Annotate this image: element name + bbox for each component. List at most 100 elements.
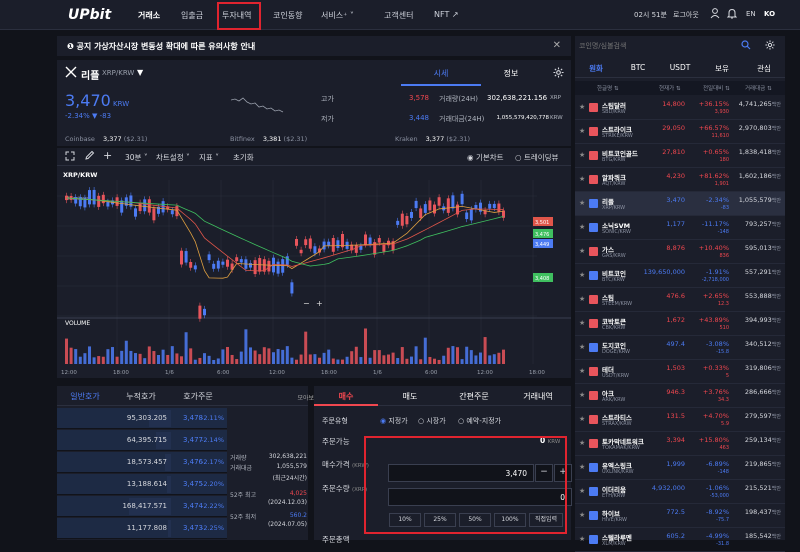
upbit-logo[interactable]: UPbit <box>68 7 111 23</box>
market-row[interactable]: ★ 도지코인 DOGE/KRW 497.4 -3.08% -15.8 340,512백만 <box>575 336 785 360</box>
header-change[interactable]: 전일대비 ⇅ <box>703 84 730 92</box>
tab-favorites[interactable]: 관심 <box>743 63 785 74</box>
tab-normal-orderbook[interactable]: 일반호가 <box>57 391 113 402</box>
header-amount[interactable]: 거래대금 ⇅ <box>745 84 772 92</box>
tab-trade-history[interactable]: 거래내역 <box>506 391 570 402</box>
radio-tradingview[interactable]: ○ 트레이딩뷰 <box>515 152 558 163</box>
star-icon[interactable]: ★ <box>579 295 585 303</box>
star-icon[interactable]: ★ <box>579 535 585 543</box>
coin-change-amount: -15.8 <box>716 349 729 355</box>
star-icon[interactable]: ★ <box>579 199 585 207</box>
tab-info[interactable]: 정보 <box>471 64 551 86</box>
gear-icon[interactable] <box>553 67 564 80</box>
crosshair-icon[interactable]: + <box>103 149 112 162</box>
orderbook-row[interactable]: 11,177.808 3,473 -2.25% <box>57 518 227 539</box>
notice-banner[interactable]: ❶ 공지 가상자산시장 변동성 확대에 따른 유의사항 안내 ✕ <box>57 36 571 56</box>
reset-button[interactable]: 초기화 <box>233 152 254 163</box>
indicator-menu[interactable]: 지표 ˅ <box>199 152 219 163</box>
star-icon[interactable]: ★ <box>579 127 585 135</box>
coin-ticker: SONIC/KRW <box>602 229 631 235</box>
star-icon[interactable]: ★ <box>579 319 585 327</box>
star-icon[interactable]: ★ <box>579 343 585 351</box>
tab-usdt[interactable]: USDT <box>659 63 701 72</box>
market-row[interactable]: ★ 유엑스링크 UXLINK/KRW 1,999 -6.89% -148 219,865백만 <box>575 456 785 480</box>
notice-text[interactable]: ❶ 공지 가상자산시장 변동성 확대에 따른 유의사항 안내 <box>67 41 255 52</box>
chevron-down-icon[interactable]: ▼ <box>137 68 143 77</box>
orderbook-row[interactable]: 168,417.571 3,474 -2.22% <box>57 496 227 517</box>
radio-market[interactable]: ○ 시장가 <box>418 416 446 426</box>
star-icon[interactable]: ★ <box>579 151 585 159</box>
lang-en[interactable]: EN <box>746 10 756 18</box>
lang-ko[interactable]: KO <box>764 10 775 18</box>
star-icon[interactable]: ★ <box>579 271 585 279</box>
market-row[interactable]: ★ 비트코인 BTC/KRW 139,650,000 -1.91% -2,718,000 5… <box>575 264 785 288</box>
star-icon[interactable]: ★ <box>579 223 585 231</box>
close-icon[interactable]: ✕ <box>553 40 561 51</box>
market-row[interactable]: ★ 스트라티스 STRAX/KRW 131.5 +4.70% 5.9 279,597백만 <box>575 408 785 432</box>
bell-icon[interactable] <box>726 8 738 21</box>
orderbook-row[interactable]: 95,303.205 3,478 -2.11% <box>57 408 227 429</box>
radio-basic-chart[interactable]: ◉ 기본차트 <box>467 152 504 163</box>
tab-krw[interactable]: 원화 <box>575 63 617 74</box>
tab-orderbook-order[interactable]: 호가주문 <box>169 391 227 402</box>
tab-sell[interactable]: 매도 <box>378 391 442 402</box>
star-icon[interactable]: ★ <box>579 103 585 111</box>
chart-settings[interactable]: 차트설정 ˅ <box>156 152 190 163</box>
market-row[interactable]: ★ 코박토큰 CBK/KRW 1,672 +43.89% 510 394,993백만 <box>575 312 785 336</box>
orderbook-row[interactable]: 13,188.614 3,475 -2.20% <box>57 474 227 495</box>
star-icon[interactable]: ★ <box>579 415 585 423</box>
market-row[interactable]: ★ 하이브 HIVE/KRW 772.5 -8.92% -75.7 198,437백만 <box>575 504 785 528</box>
nav-nft[interactable]: NFT ↗ <box>434 10 459 19</box>
tab-cumulative-orderbook[interactable]: 누적호가 <box>113 391 169 402</box>
candlestick-chart[interactable]: XRP/KRW Overlays VOLUME 3,5013,4763,4493… <box>57 166 571 378</box>
orderbook-row[interactable]: 64,395.715 3,477 -2.14% <box>57 430 227 451</box>
market-row[interactable]: ★ 아크 ARK/KRW 946.3 +3.76% 34.3 286,666백만 <box>575 384 785 408</box>
star-icon[interactable]: ★ <box>579 175 585 183</box>
market-row[interactable]: ★ 토카막네트워크 TOKAMAK/KRW 3,394 +15.80% 463 259,13… <box>575 432 785 456</box>
tab-btc[interactable]: BTC <box>617 63 659 72</box>
nav-coin-trends[interactable]: 코인동향 <box>273 10 302 21</box>
tab-simple-order[interactable]: 간편주문 <box>442 391 506 402</box>
nav-customer-center[interactable]: 고객센터 <box>384 10 413 21</box>
market-row[interactable]: ★ 가스 GAS/KRW 8,876 +10.40% 836 595,013백만 <box>575 240 785 264</box>
star-icon[interactable]: ★ <box>579 247 585 255</box>
tab-holdings[interactable]: 보유 <box>701 63 743 74</box>
search-input[interactable] <box>579 39 739 53</box>
market-row[interactable]: ★ 스팀달러 SBD/KRW 14,800 +36.15% 3,930 4,741,265백… <box>575 96 785 120</box>
pencil-icon[interactable] <box>84 150 95 163</box>
star-icon[interactable]: ★ <box>579 391 585 399</box>
nav-services[interactable]: 서비스⁺ ˅ <box>321 10 354 21</box>
market-row[interactable]: ★ 알파쿼크 AQT/KRW 4,230 +81.62% 1,901 1,602,186백만 <box>575 168 785 192</box>
orderbook-row[interactable]: 18,573.457 3,476 -2.17% <box>57 452 227 473</box>
nav-deposit-withdraw[interactable]: 입출금 <box>181 10 203 21</box>
market-row[interactable]: ★ 이더리움 ETH/KRW 4,932,000 -1.06% -53,000 215,52… <box>575 480 785 504</box>
search-icon[interactable] <box>741 40 751 52</box>
star-icon[interactable]: ★ <box>579 487 585 495</box>
header-price[interactable]: 현재가 ⇅ <box>659 84 681 92</box>
interval-select[interactable]: 30분 ˅ <box>125 152 148 163</box>
header-name[interactable]: 한글명 ⇅ <box>597 84 619 92</box>
radio-reserve-limit[interactable]: ○ 예약-지정가 <box>458 416 501 426</box>
market-row[interactable]: ★ 스팀 STEEM/KRW 476.6 +2.65% 12.3 553,888백만 <box>575 288 785 312</box>
market-row[interactable]: ★ 테더 USDT/KRW 1,503 +0.33% 5 319,806백만 <box>575 360 785 384</box>
coin-name[interactable]: 리플 <box>81 67 99 82</box>
fullscreen-icon[interactable] <box>65 151 75 163</box>
star-icon[interactable]: ★ <box>579 439 585 447</box>
exchange-name: Coinbase <box>65 135 95 143</box>
market-row[interactable]: ★ 리플 XRP/KRW 3,470 -2.34% -83 1,055,579백만 <box>575 192 785 216</box>
nav-exchange[interactable]: 거래소 <box>138 10 160 21</box>
tab-price[interactable]: 시세 <box>401 64 481 86</box>
market-row[interactable]: ★ 스트라이크 STRIKE/KRW 29,050 +66.57% 11,610 2,970… <box>575 120 785 144</box>
user-icon[interactable] <box>710 8 720 21</box>
market-row[interactable]: ★ 비트코인골드 BTG/KRW 27,810 +0.65% 180 1,838,418백만 <box>575 144 785 168</box>
market-row[interactable]: ★ 소닉SVM SONIC/KRW 1,177 -11.17% -148 793,257백만 <box>575 216 785 240</box>
market-row[interactable]: ★ 스텔라루멘 XLM/KRW 605.2 -4.99% -31.8 185,542백만 <box>575 528 785 552</box>
candle-body <box>488 203 492 209</box>
logout-button[interactable]: 로그아웃 <box>673 10 699 20</box>
tab-buy[interactable]: 매수 <box>314 391 378 406</box>
star-icon[interactable]: ★ <box>579 463 585 471</box>
star-icon[interactable]: ★ <box>579 367 585 375</box>
star-icon[interactable]: ★ <box>579 511 585 519</box>
radio-limit[interactable]: ◉ 지정가 <box>380 416 408 426</box>
gear-icon[interactable] <box>765 40 775 52</box>
